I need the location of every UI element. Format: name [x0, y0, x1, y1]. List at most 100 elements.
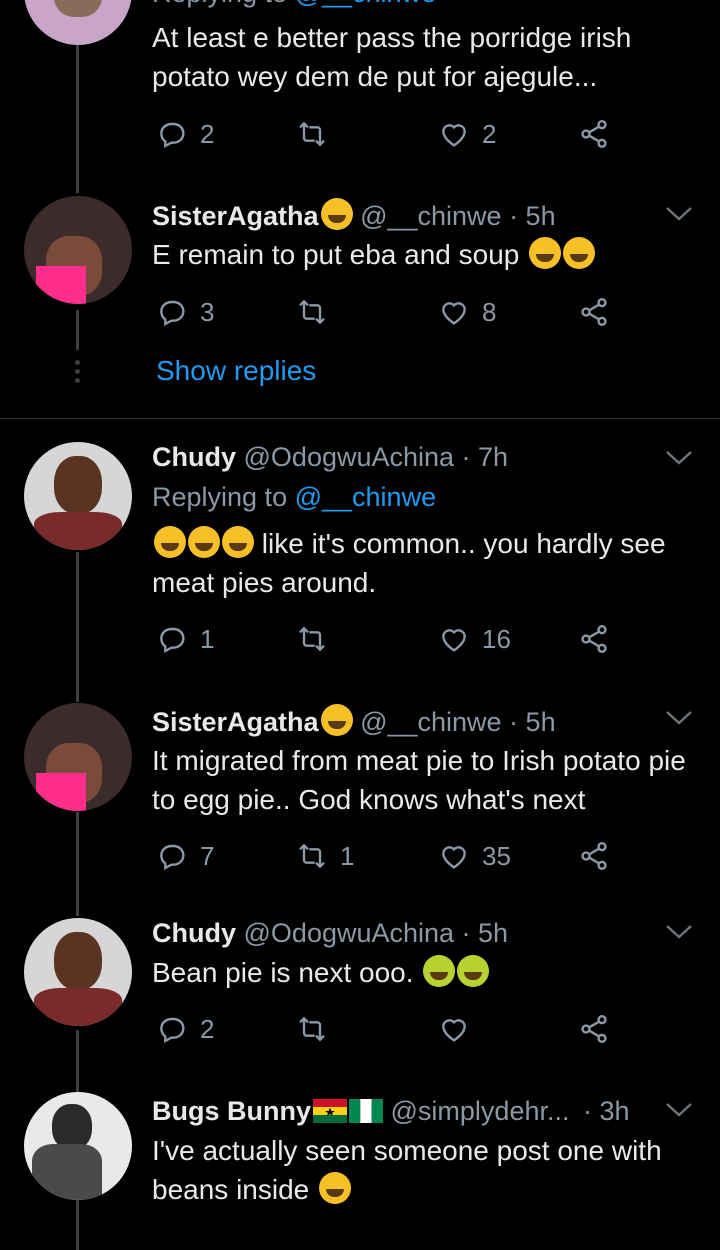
avatar[interactable]: [24, 703, 132, 811]
show-replies-link[interactable]: Show replies: [156, 355, 316, 387]
share-icon: [578, 296, 610, 328]
joy-emoji: [154, 526, 186, 558]
like-button[interactable]: 35: [438, 836, 511, 876]
like-button[interactable]: 16: [438, 619, 511, 659]
reply-icon: [156, 296, 188, 328]
retweet-button[interactable]: [296, 1009, 328, 1049]
chevron-down-icon[interactable]: [664, 1100, 694, 1120]
reply-button[interactable]: 2: [156, 114, 214, 154]
display-name[interactable]: Chudy: [152, 918, 236, 948]
like-button[interactable]: [438, 1009, 470, 1049]
thread-line: [76, 1030, 79, 1092]
joy-emoji: [222, 526, 254, 558]
tweet-header: Bugs Bunny @simplydehr... · 3h: [152, 1094, 630, 1128]
nigeria-flag-icon: [349, 1099, 383, 1123]
loudly-crying-emoji: [319, 1172, 352, 1204]
handle-time[interactable]: @__chinwe · 5h: [360, 707, 556, 737]
heart-icon: [438, 1013, 470, 1045]
heart-icon: [438, 840, 470, 872]
avatar[interactable]: [24, 918, 132, 1026]
thread-line: [76, 45, 79, 193]
nauseated-emoji: [423, 955, 456, 987]
display-name[interactable]: SisterAgatha: [152, 201, 319, 231]
tweet-text: At least e better pass the porridge iris…: [152, 22, 632, 92]
chevron-down-icon[interactable]: [664, 448, 694, 468]
heart-icon: [438, 623, 470, 655]
more-replies-dots: [75, 360, 80, 383]
share-icon: [578, 840, 610, 872]
chevron-down-icon[interactable]: [664, 708, 694, 728]
tweet-actions: 1 16: [156, 619, 636, 659]
chevron-down-icon[interactable]: [664, 922, 694, 942]
chevron-down-icon[interactable]: [664, 204, 694, 224]
tweet-actions: 3 8: [156, 292, 636, 332]
handle-time[interactable]: @OdogwuAchina · 7h: [244, 442, 509, 472]
share-button[interactable]: [578, 292, 610, 332]
handle-time[interactable]: @OdogwuAchina · 5h: [244, 918, 509, 948]
retweet-button[interactable]: [296, 114, 328, 154]
share-icon: [578, 1013, 610, 1045]
reply-button[interactable]: 7: [156, 836, 214, 876]
thread-line: [76, 552, 79, 702]
tweet-actions: 2: [156, 1009, 636, 1049]
retweet-button[interactable]: [296, 619, 328, 659]
retweet-button[interactable]: 1: [296, 836, 354, 876]
reply-icon: [156, 623, 188, 655]
tweet-time: · 3h: [583, 1096, 630, 1126]
handle[interactable]: @simplydehr...: [391, 1096, 570, 1126]
reply-button[interactable]: 1: [156, 619, 214, 659]
smirk-emoji: [320, 198, 353, 230]
share-button[interactable]: [578, 1009, 610, 1049]
tweet-actions: 2 2: [156, 114, 636, 154]
tweet-header: Chudy @OdogwuAchina · 7h: [152, 440, 508, 474]
share-button[interactable]: [578, 114, 610, 154]
ghana-flag-icon: [313, 1099, 347, 1123]
display-name[interactable]: SisterAgatha: [152, 707, 319, 737]
replying-to: Replying to @__chinwe: [152, 482, 437, 512]
retweet-icon: [296, 840, 328, 872]
like-button[interactable]: 8: [438, 292, 496, 332]
tweet-header: Chudy @OdogwuAchina · 5h: [152, 916, 508, 950]
reply-icon: [156, 1013, 188, 1045]
display-name[interactable]: Chudy: [152, 442, 236, 472]
tweet-text: E remain to put eba and soup: [152, 235, 692, 274]
replying-to-partial: Replying to @__chinwe: [152, 0, 436, 9]
like-button[interactable]: 2: [438, 114, 496, 154]
tweet-text: I've actually seen someone post one with…: [152, 1135, 662, 1205]
divider: [0, 418, 720, 419]
thread-line: [76, 310, 79, 350]
thread-line: [76, 812, 79, 916]
joy-emoji: [563, 237, 596, 269]
avatar[interactable]: [24, 1092, 132, 1200]
reply-icon: [156, 118, 188, 150]
share-button[interactable]: [578, 619, 610, 659]
tweet-header: SisterAgatha @__chinwe · 5h: [152, 198, 556, 233]
tweet-text: It migrated from meat pie to Irish potat…: [152, 745, 686, 815]
reply-button[interactable]: 3: [156, 292, 214, 332]
tweet-text: Bean pie is next ooo.: [152, 953, 692, 992]
joy-emoji: [529, 237, 562, 269]
display-name[interactable]: Bugs Bunny: [152, 1096, 311, 1126]
thread-line: [76, 1200, 79, 1250]
reply-icon: [156, 840, 188, 872]
heart-icon: [438, 296, 470, 328]
share-icon: [578, 118, 610, 150]
retweet-icon: [296, 1013, 328, 1045]
reply-button[interactable]: 2: [156, 1009, 214, 1049]
retweet-icon: [296, 118, 328, 150]
avatar[interactable]: [24, 196, 132, 304]
tweet-text: like it's common.. you hardly see meat p…: [152, 526, 666, 598]
replying-to-link[interactable]: @__chinwe: [295, 482, 437, 512]
avatar[interactable]: [24, 442, 132, 550]
avatar[interactable]: [24, 0, 132, 45]
retweet-icon: [296, 296, 328, 328]
share-button[interactable]: [578, 836, 610, 876]
share-icon: [578, 623, 610, 655]
handle-time[interactable]: @__chinwe · 5h: [360, 201, 556, 231]
nauseated-emoji: [457, 955, 490, 987]
tweet-header: SisterAgatha @__chinwe · 5h: [152, 704, 556, 739]
tweet-actions: 7 1 35: [156, 836, 636, 876]
retweet-button[interactable]: [296, 292, 328, 332]
heart-icon: [438, 118, 470, 150]
smirk-emoji: [320, 704, 353, 736]
